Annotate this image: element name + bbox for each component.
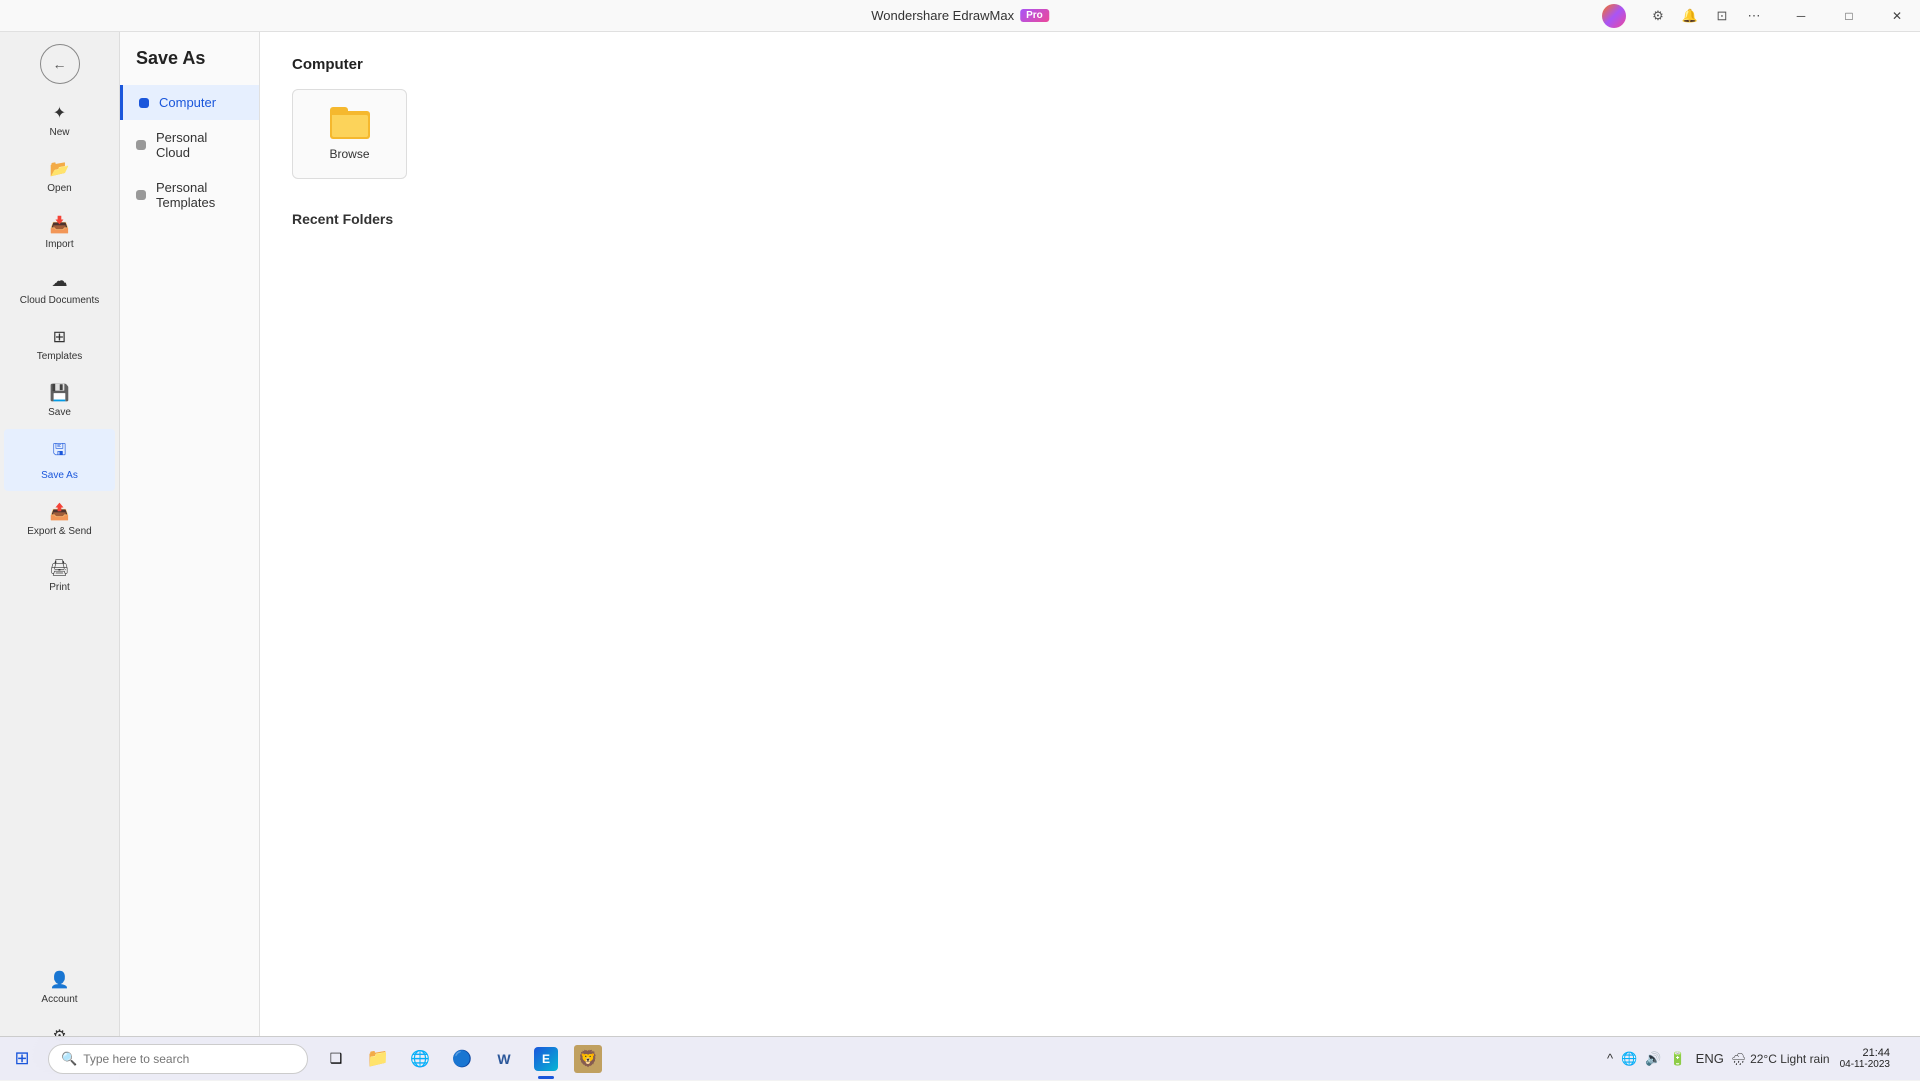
share-icon[interactable]: ⊡: [1708, 4, 1736, 28]
taskbar-apps: ❑ 📁 🌐 🔵 W E 🦁: [316, 1037, 608, 1081]
app-name: Wondershare EdrawMax: [871, 8, 1014, 23]
taskbar-avatar-container[interactable]: 🦁: [568, 1037, 608, 1081]
personal_cloud-dot-icon: [136, 140, 146, 150]
cloud-label: Cloud Documents: [20, 295, 99, 306]
panel-nav-computer[interactable]: Computer: [120, 85, 259, 120]
sidebar-item-open[interactable]: 📂 Open: [4, 149, 115, 204]
sidebar-item-print[interactable]: 🖨 Print: [4, 548, 115, 603]
open-label: Open: [47, 183, 71, 194]
chrome-app[interactable]: 🔵: [442, 1037, 482, 1081]
titlebar-right: ⚙ 🔔 ⊡ ⋯ ─ □ ✕: [1602, 0, 1920, 32]
language-label[interactable]: ENG: [1693, 1049, 1727, 1068]
computer-nav-label: Computer: [159, 95, 216, 110]
edrawmax-app[interactable]: E: [526, 1037, 566, 1081]
network-icon[interactable]: 🌐: [1618, 1049, 1640, 1069]
save-icon: 💾: [50, 383, 70, 403]
templates-label: Templates: [37, 351, 83, 362]
more-icon[interactable]: ⋯: [1740, 4, 1768, 28]
show-desktop-button[interactable]: [1898, 1037, 1912, 1081]
taskbar-search[interactable]: 🔍: [48, 1044, 308, 1074]
sys-tray: ^ 🌐 🔊 🔋: [1604, 1049, 1689, 1069]
personal_templates-nav-label: Personal Templates: [156, 180, 243, 210]
back-button[interactable]: ←: [40, 44, 80, 84]
explorer-app[interactable]: 📁: [358, 1037, 398, 1081]
main-content: Computer Browse Recent Folders: [260, 32, 1920, 1080]
sidebar-item-account[interactable]: 👤 Account: [4, 960, 115, 1015]
personal_cloud-nav-label: Personal Cloud: [156, 130, 243, 160]
browse-grid: Browse: [292, 89, 1888, 179]
sidebar-item-export[interactable]: 📤 Export & Send: [4, 492, 115, 547]
sidebar-item-save[interactable]: 💾 Save: [4, 373, 115, 428]
saveas-label: Save As: [41, 470, 78, 481]
section-title: Computer: [292, 56, 1888, 73]
taskbar: ⊞ 🔍 ❑ 📁 🌐 🔵 W E 🦁 ^ 🌐 🔊 🔋 ENG 🌧 22°C Lig…: [0, 1036, 1920, 1080]
user-avatar[interactable]: [1602, 4, 1626, 28]
taskbar-right: ^ 🌐 🔊 🔋 ENG 🌧 22°C Light rain 21:44 04-1…: [1604, 1037, 1920, 1081]
edge-app[interactable]: 🌐: [400, 1037, 440, 1081]
account-label: Account: [41, 994, 77, 1005]
time-display: 21:44: [1862, 1047, 1890, 1059]
titlebar-center: Wondershare EdrawMax Pro: [871, 8, 1049, 23]
sidebar-item-import[interactable]: 📥 Import: [4, 205, 115, 260]
templates-icon: ⊞: [53, 327, 66, 347]
folder-icon: [330, 107, 370, 139]
panel-nav-personal_cloud[interactable]: Personal Cloud: [120, 120, 259, 170]
app-container: ← ✦ New📂 Open📥 Import☁ Cloud Documents⊞ …: [0, 32, 1920, 1080]
panel-title: Save As: [120, 48, 259, 85]
computer-dot-icon: [139, 98, 149, 108]
account-icon: 👤: [50, 970, 70, 990]
browse-card[interactable]: Browse: [292, 89, 407, 179]
pro-badge: Pro: [1020, 9, 1049, 22]
cloud-icon: ☁: [52, 271, 68, 291]
close-button[interactable]: ✕: [1874, 0, 1920, 32]
word-app[interactable]: W: [484, 1037, 524, 1081]
battery-icon[interactable]: 🔋: [1666, 1049, 1688, 1069]
export-label: Export & Send: [27, 526, 91, 537]
browse-label: Browse: [329, 147, 369, 161]
import-icon: 📥: [50, 215, 70, 235]
new-label: New: [49, 127, 69, 138]
taskview-button[interactable]: ❑: [316, 1037, 356, 1081]
settings-icon[interactable]: ⚙: [1644, 4, 1672, 28]
sidebar-item-new[interactable]: ✦ New: [4, 93, 115, 148]
minimize-button[interactable]: ─: [1778, 0, 1824, 32]
search-input[interactable]: [83, 1052, 283, 1066]
chevron-icon[interactable]: ^: [1604, 1049, 1616, 1068]
weather-text: 22°C Light rain: [1750, 1052, 1830, 1066]
titlebar-icons: ⚙ 🔔 ⊡ ⋯: [1636, 4, 1776, 28]
save-label: Save: [48, 407, 71, 418]
sidebar-narrow: ← ✦ New📂 Open📥 Import☁ Cloud Documents⊞ …: [0, 32, 120, 1080]
maximize-button[interactable]: □: [1826, 0, 1872, 32]
panel-nav-personal_templates[interactable]: Personal Templates: [120, 170, 259, 220]
taskbar-avatar: 🦁: [574, 1045, 602, 1073]
saveas-icon: 🖫: [53, 439, 67, 466]
volume-icon[interactable]: 🔊: [1642, 1049, 1664, 1069]
recent-folders-title: Recent Folders: [292, 211, 1888, 227]
new-icon: ✦: [53, 103, 66, 123]
export-icon: 📤: [50, 502, 70, 522]
start-button[interactable]: ⊞: [0, 1037, 44, 1081]
panel-middle: Save As Computer Personal Cloud Personal…: [120, 32, 260, 1080]
sidebar-item-cloud[interactable]: ☁ Cloud Documents: [4, 261, 115, 316]
taskbar-clock[interactable]: 21:44 04-11-2023: [1840, 1047, 1890, 1070]
personal_templates-dot-icon: [136, 190, 146, 200]
date-display: 04-11-2023: [1840, 1059, 1890, 1070]
sidebar-item-saveas[interactable]: 🖫 Save As: [4, 429, 115, 491]
titlebar: Wondershare EdrawMax Pro ⚙ 🔔 ⊡ ⋯ ─ □ ✕: [0, 0, 1920, 32]
sidebar-item-templates[interactable]: ⊞ Templates: [4, 317, 115, 372]
weather-icon: 🌧: [1731, 1052, 1746, 1066]
print-icon: 🖨: [49, 558, 69, 578]
import-label: Import: [45, 239, 73, 250]
print-label: Print: [49, 582, 70, 593]
open-icon: 📂: [50, 159, 70, 179]
bell-icon[interactable]: 🔔: [1676, 4, 1704, 28]
search-icon: 🔍: [61, 1051, 77, 1067]
weather-info: 🌧 22°C Light rain: [1731, 1052, 1830, 1066]
